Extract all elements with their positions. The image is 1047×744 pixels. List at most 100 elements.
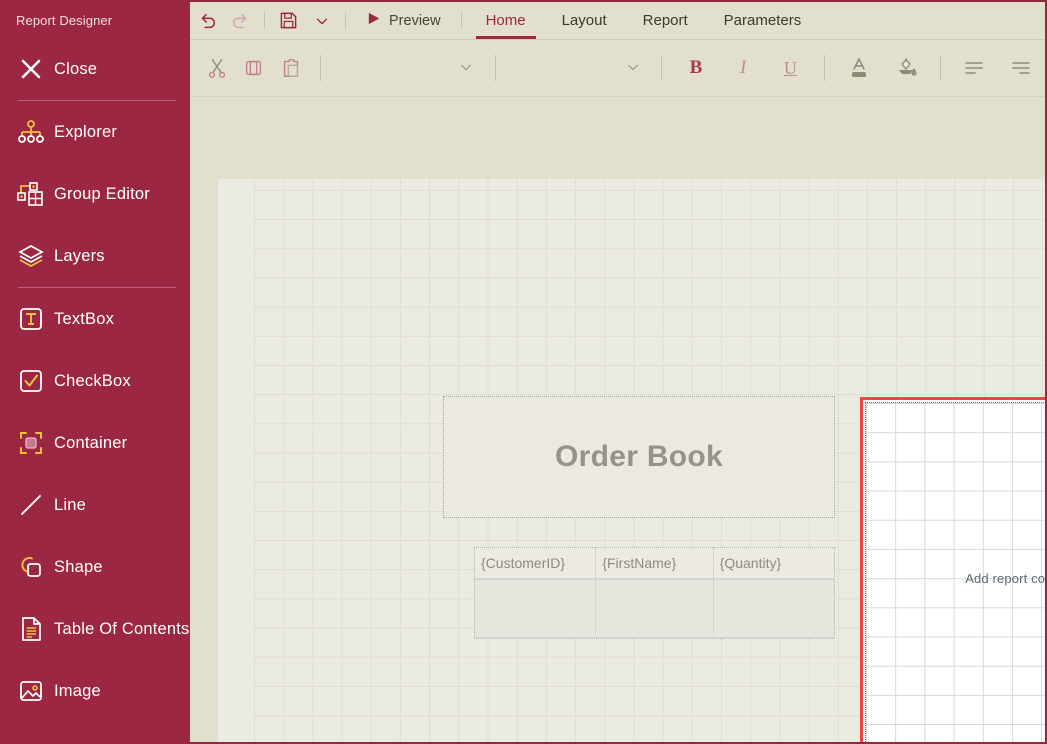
hierarchy-explorer-icon xyxy=(8,118,54,146)
table-detail-cell[interactable] xyxy=(713,580,834,638)
table-header-label: {Quantity} xyxy=(719,555,782,571)
tab-report[interactable]: Report xyxy=(625,2,706,39)
sidebar-item-table-of-contents[interactable]: Table Of Contents xyxy=(0,598,190,660)
sidebar: Report Designer Close Explorer Group Edi… xyxy=(0,0,190,744)
table-header-cell[interactable]: {FirstName} xyxy=(596,548,714,578)
group-editor-icon xyxy=(8,180,54,208)
sidebar-item-textbox[interactable]: TextBox xyxy=(0,288,190,350)
dropzone-grid: Add report control in here xyxy=(865,402,1045,742)
save-dropdown-button[interactable] xyxy=(305,2,339,39)
preview-button[interactable]: Preview xyxy=(352,2,455,39)
sidebar-item-label: Table Of Contents xyxy=(54,619,190,638)
textbox-icon xyxy=(8,305,54,333)
table-of-contents-icon xyxy=(8,615,54,643)
sidebar-item-layers[interactable]: Layers xyxy=(0,225,190,287)
underline-button[interactable]: U xyxy=(767,49,814,87)
sidebar-item-label: Shape xyxy=(54,557,103,576)
table-detail-row xyxy=(475,580,834,638)
font-size-dropdown[interactable] xyxy=(614,49,651,87)
paint-bucket-icon xyxy=(898,58,917,76)
sidebar-item-group-editor[interactable]: Group Editor xyxy=(0,163,190,225)
tab-layout[interactable]: Layout xyxy=(544,2,625,39)
font-color-button[interactable] xyxy=(835,49,882,87)
line-icon xyxy=(8,491,54,519)
copy-icon xyxy=(245,60,262,76)
table-detail-cell[interactable] xyxy=(596,580,714,638)
table-header-cell[interactable]: {CustomerID} xyxy=(475,548,597,578)
designer-main-pane: Preview Home Layout Report Parameters B … xyxy=(190,0,1047,744)
report-data-table[interactable]: {CustomerID} {FirstName} {Quantity} xyxy=(474,547,835,639)
font-family-dropdown[interactable] xyxy=(447,49,484,87)
copy-button[interactable] xyxy=(235,49,272,87)
italic-label: I xyxy=(740,57,747,78)
toolbar-separator-2 xyxy=(345,12,346,29)
sidebar-item-label: Close xyxy=(54,59,98,78)
sidebar-item-container[interactable]: Container xyxy=(0,412,190,474)
design-work-area: Order Book {CustomerID} {FirstName} {Qua… xyxy=(190,97,1045,742)
align-right-button[interactable] xyxy=(998,49,1045,87)
table-header-label: {CustomerID} xyxy=(481,555,566,571)
formatting-ribbon: B I U xyxy=(190,40,1045,97)
toolbar-separator-1 xyxy=(264,12,265,29)
table-detail-cell[interactable] xyxy=(475,580,597,638)
paste-button[interactable] xyxy=(273,49,310,87)
fill-color-button[interactable] xyxy=(882,49,929,87)
underline-label: U xyxy=(783,57,797,78)
save-button[interactable] xyxy=(271,2,305,39)
font-color-icon xyxy=(851,57,866,77)
sidebar-item-label: Image xyxy=(54,681,101,700)
sidebar-header-title: Report Designer xyxy=(16,13,113,28)
sidebar-item-label: Container xyxy=(54,433,128,452)
sidebar-item-label: TextBox xyxy=(54,309,115,328)
sidebar-item-label: Layers xyxy=(54,246,105,265)
layers-stack-icon xyxy=(8,242,54,270)
sidebar-item-explorer[interactable]: Explorer xyxy=(0,101,190,163)
align-right-icon xyxy=(1012,62,1031,74)
redo-button[interactable] xyxy=(224,2,258,39)
ribbon-separator-1 xyxy=(320,55,322,81)
toolbar-separator-3 xyxy=(460,12,462,29)
sidebar-item-label: CheckBox xyxy=(54,371,131,390)
tab-label: Layout xyxy=(561,12,607,29)
bold-button[interactable]: B xyxy=(672,49,719,87)
image-icon xyxy=(8,677,54,705)
table-header-label: {FirstName} xyxy=(602,555,677,571)
align-left-icon xyxy=(965,62,984,74)
shape-icon xyxy=(8,553,54,581)
sidebar-item-label: Line xyxy=(54,495,86,514)
close-x-icon xyxy=(8,56,54,82)
italic-button[interactable]: I xyxy=(720,49,767,87)
play-triangle-icon xyxy=(366,11,381,31)
chevron-down-icon xyxy=(626,60,640,77)
sidebar-item-shape[interactable]: Shape xyxy=(0,536,190,598)
ribbon-separator-3 xyxy=(661,55,663,81)
sidebar-item-image[interactable]: Image xyxy=(0,660,190,722)
tab-home[interactable]: Home xyxy=(468,2,544,39)
report-control-dropzone[interactable]: Add report control in here xyxy=(860,397,1045,742)
sidebar-item-label: Explorer xyxy=(54,122,118,141)
tab-parameters[interactable]: Parameters xyxy=(706,2,820,39)
sidebar-item-label: Group Editor xyxy=(54,184,150,203)
undo-button[interactable] xyxy=(190,2,224,39)
dropzone-label: Add report control in here xyxy=(965,570,1045,586)
table-header-cell[interactable]: {Quantity} xyxy=(714,548,834,578)
tab-label: Home xyxy=(485,12,526,29)
cut-icon xyxy=(208,59,225,78)
top-toolbar: Preview Home Layout Report Parameters xyxy=(190,2,1045,40)
checkbox-icon xyxy=(8,367,54,395)
tab-label: Parameters xyxy=(723,12,802,29)
sidebar-item-close[interactable]: Close xyxy=(0,38,190,100)
sidebar-item-checkbox[interactable]: CheckBox xyxy=(0,350,190,412)
paste-icon xyxy=(284,59,299,77)
chevron-down-icon xyxy=(459,60,473,77)
ribbon-separator-2 xyxy=(494,55,496,81)
table-header-row: {CustomerID} {FirstName} {Quantity} xyxy=(475,548,834,580)
bold-label: B xyxy=(689,57,703,78)
report-title-textbox[interactable]: Order Book xyxy=(443,396,835,518)
container-icon xyxy=(8,429,54,457)
report-title-text: Order Book xyxy=(554,440,724,473)
cut-button[interactable] xyxy=(198,49,235,87)
align-left-button[interactable] xyxy=(951,49,998,87)
sidebar-item-line[interactable]: Line xyxy=(0,474,190,536)
tab-label: Report xyxy=(642,12,688,29)
